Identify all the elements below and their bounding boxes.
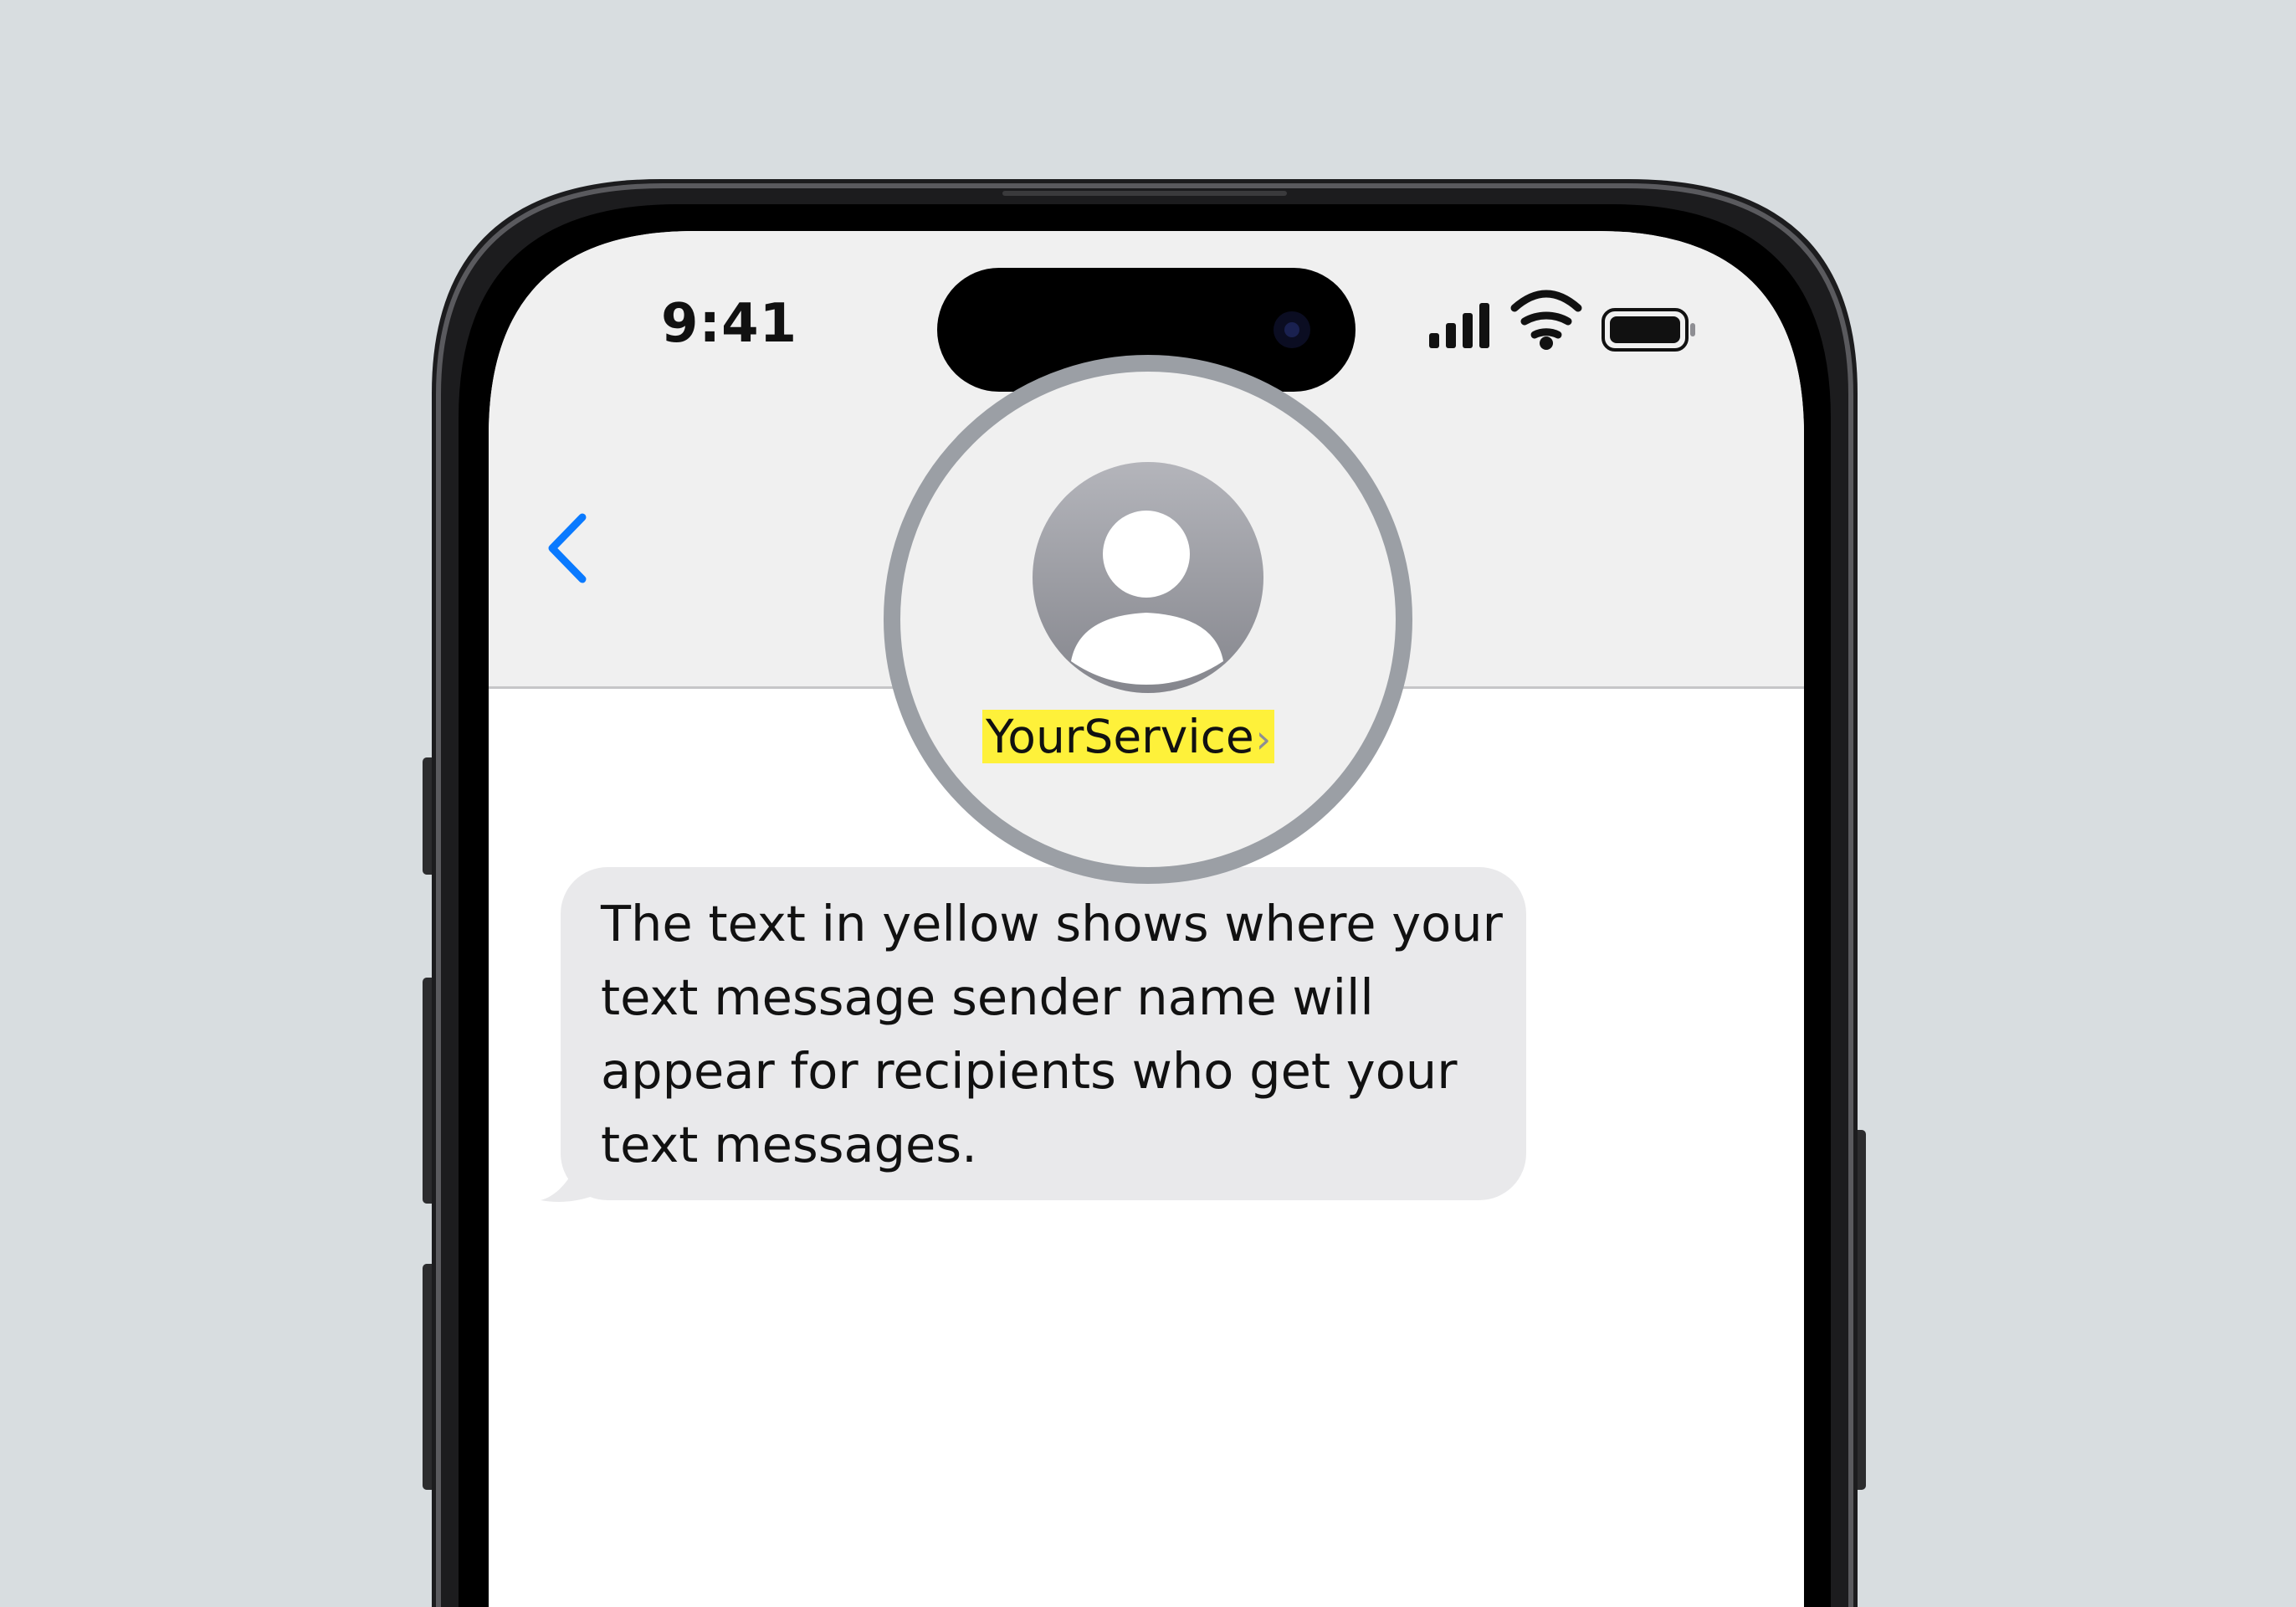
chevron-left-icon[interactable] [544,512,594,584]
chevron-right-icon: › [1255,716,1272,762]
front-camera-lens [1284,322,1299,337]
contact-name-button[interactable]: YourService› [982,710,1275,763]
stage: 9:41 YourService› The text in yellow sho… [0,0,2296,1607]
message-text: The text in yellow shows where your text… [601,895,1503,1173]
contact-name: YourService [986,710,1254,763]
wifi-icon-dot [1540,336,1553,350]
person-avatar-icon [1033,462,1263,693]
scene-graphics [0,0,2296,1607]
status-time: 9:41 [661,293,798,355]
speaker-seam [1002,191,1287,196]
